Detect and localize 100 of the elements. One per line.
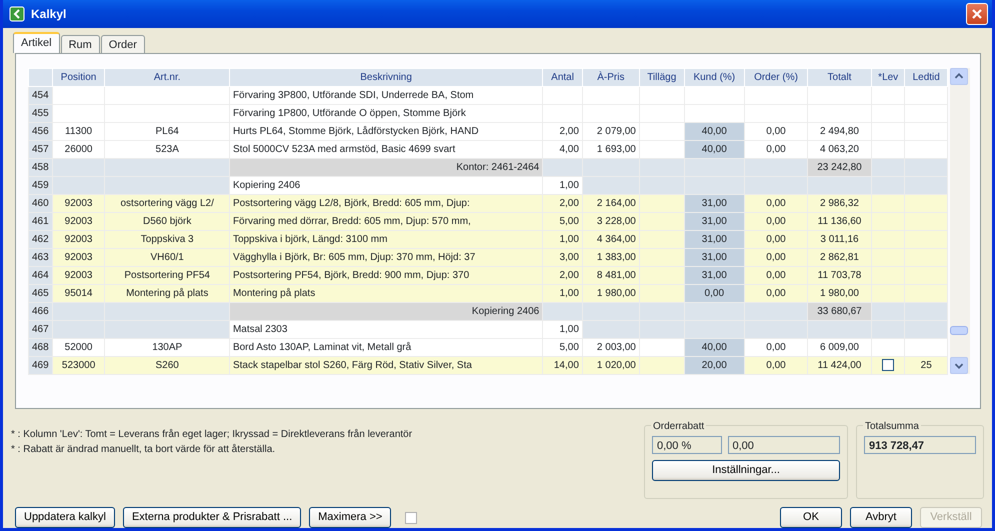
table-cell: Hurts PL64, Stomme Björk, Lådförstycken Björk, HAND (229, 122, 543, 140)
tab[interactable]: Rum (60, 35, 100, 53)
table-cell: 0,00 (744, 230, 808, 248)
row-number: 457 (28, 140, 52, 158)
note-text: * : Rabatt är ändrad manuellt, ta bort värde för att återställa. (11, 443, 276, 457)
dialog-button[interactable]: Avbryt (850, 507, 912, 528)
table-cell: 92003 (52, 266, 105, 284)
table-cell: 31,00 (684, 212, 744, 230)
table-cell: 2 164,00 (582, 194, 640, 212)
scrollbar[interactable] (950, 68, 970, 374)
column-header[interactable]: Antal (542, 68, 582, 86)
table-cell: 1 980,00 (582, 284, 640, 302)
table-cell: 95014 (52, 284, 105, 302)
table-cell: 1,00 (542, 284, 582, 302)
table-cell: 31,00 (684, 248, 744, 266)
table-cell: 1,00 (542, 176, 582, 194)
row-number: 456 (28, 122, 52, 140)
action-button[interactable]: Maximera >> (309, 507, 392, 528)
table-cell: 4,00 (542, 140, 582, 158)
column-header[interactable]: Kund (%) (684, 68, 744, 86)
option-checkbox[interactable] (405, 512, 418, 524)
table-cell: 11 703,78 (808, 266, 872, 284)
row-number: 464 (28, 266, 52, 284)
row-number: 468 (28, 338, 52, 356)
table-cell: 0,00 (684, 284, 744, 302)
table-cell: 2,00 (542, 122, 582, 140)
table-cell: PL64 (104, 122, 230, 140)
scroll-thumb[interactable] (950, 326, 968, 335)
lev-checkbox[interactable] (882, 359, 894, 372)
action-button[interactable]: Externa produkter & Prisrabatt ... (122, 507, 302, 528)
column-header[interactable]: À-Pris (582, 68, 640, 86)
row-number: 460 (28, 194, 52, 212)
column-header[interactable]: Tillägg (639, 68, 684, 86)
table-cell: 1,00 (542, 320, 582, 338)
table-cell: 40,00 (684, 140, 744, 158)
tab[interactable]: Artikel (13, 32, 60, 53)
table-cell: 31,00 (684, 194, 744, 212)
table-cell: 20,00 (684, 356, 744, 374)
column-header[interactable]: Ledtid (904, 68, 948, 86)
table-cell: Kopiering 2406 (229, 302, 543, 320)
table-cell: 2,00 (542, 266, 582, 284)
column-header[interactable]: Order (%) (744, 68, 808, 86)
table-cell: 0,00 (744, 194, 808, 212)
table-cell: 6 009,00 (808, 338, 872, 356)
table-cell: 0,00 (744, 212, 808, 230)
column-header[interactable]: *Lev (871, 68, 905, 86)
table-cell: 33 680,67 (808, 302, 872, 320)
table-cell: Kontor: 2461-2464 (229, 158, 543, 176)
row-number: 465 (28, 284, 52, 302)
column-header[interactable]: Totalt (808, 68, 872, 86)
table-cell: 31,00 (684, 266, 744, 284)
table-cell: 130AP (104, 338, 230, 356)
scroll-up-icon[interactable] (950, 68, 968, 85)
table-cell: 8 481,00 (582, 266, 640, 284)
table-cell: 2 003,00 (582, 338, 640, 356)
table-cell: 52000 (52, 338, 105, 356)
dialog-button[interactable]: OK (780, 507, 842, 528)
column-header[interactable]: Art.nr. (104, 68, 230, 86)
table-cell: 0,00 (744, 140, 808, 158)
table-cell: 3 011,16 (808, 230, 872, 248)
tab[interactable]: Order (100, 35, 145, 53)
close-button[interactable] (966, 3, 988, 25)
window-title: Kalkyl (31, 6, 66, 23)
table-cell: 523A (104, 140, 230, 158)
app-icon (9, 6, 25, 22)
percent-field[interactable]: 0,00 % (652, 436, 722, 454)
table-cell: Montering på plats (104, 284, 230, 302)
table-cell: 40,00 (684, 122, 744, 140)
column-header[interactable]: Position (52, 68, 105, 86)
table-cell: 2 862,81 (808, 248, 872, 266)
table-cell: 92003 (52, 194, 105, 212)
row-number: 462 (28, 230, 52, 248)
note-text: * : Kolumn 'Lev': Tomt = Leverans från eget lager; Ikryssad = Direktleverans från leverantör (11, 428, 414, 442)
table-cell: Matsal 2303 (229, 320, 543, 338)
column-header[interactable]: Beskrivning (229, 68, 543, 86)
action-button[interactable]: Uppdatera kalkyl (15, 507, 115, 528)
total-field: 913 728,47 (864, 436, 976, 454)
table-cell: Toppskiva 3 (104, 230, 230, 248)
table-cell: 23 242,80 (808, 158, 872, 176)
table-cell: 3,00 (542, 248, 582, 266)
table-cell: S260 (104, 356, 230, 374)
settings-button[interactable]: Inställningar... (652, 460, 840, 480)
table-cell: D560 björk (104, 212, 230, 230)
amount-field[interactable]: 0,00 (728, 436, 840, 454)
table-cell: 0,00 (744, 122, 808, 140)
table-cell: Förvaring 3P800, Utförande SDI, Underrede BA, Stom (229, 86, 543, 104)
row-number: 466 (28, 302, 52, 320)
scroll-down-icon[interactable] (950, 357, 968, 374)
table-cell: 2,00 (542, 194, 582, 212)
table-cell: Förvaring 1P800, Utförande O öppen, Stomme Björk (229, 104, 543, 122)
table-cell: 11 136,60 (808, 212, 872, 230)
table-cell: Postsortering vägg L2/8, Björk, Bredd: 605 mm, Djup: (229, 194, 543, 212)
table-cell: 14,00 (542, 356, 582, 374)
table-cell: Postsortering PF54, Björk, Bredd: 900 mm, Djup: 370 (229, 266, 543, 284)
table-cell: 25 (904, 356, 948, 374)
table-cell: ostsortering vägg L2/ (104, 194, 230, 212)
close-icon (971, 8, 983, 20)
table-cell: 4 063,20 (808, 140, 872, 158)
table-cell: 92003 (52, 248, 105, 266)
table-cell: 0,00 (744, 284, 808, 302)
